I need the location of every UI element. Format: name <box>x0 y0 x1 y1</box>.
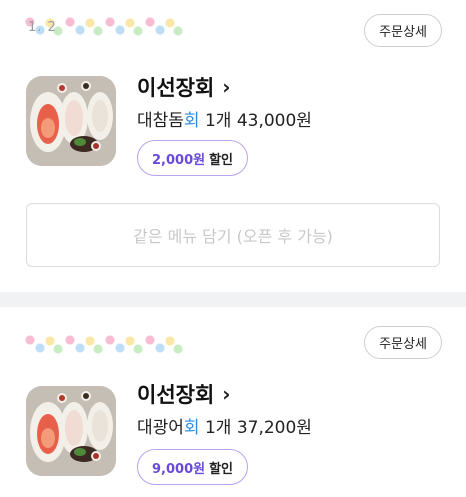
menu-qty-price: 1개 43,000원 <box>199 111 312 131</box>
discount-label: 할인 <box>209 461 234 477</box>
store-name: 이선장회 <box>137 383 215 407</box>
menu-highlight: 회 <box>183 418 200 438</box>
menu-qty-price: 1개 37,200원 <box>199 418 312 438</box>
menu-highlight: 회 <box>183 111 200 131</box>
store-name: 이선장회 <box>137 76 215 100</box>
order-detail-button[interactable]: 주문상세 <box>364 326 442 359</box>
store-link[interactable]: 이선장회 › <box>137 379 231 409</box>
store-thumbnail[interactable] <box>26 386 116 476</box>
order-date: 1. 2 <box>28 20 57 35</box>
chevron-right-icon: › <box>222 75 231 99</box>
redacted-order-date <box>24 334 184 356</box>
sashimi-platter-image <box>26 76 116 166</box>
order-card: 1. 2 주문상세 이선장회 › 대참돔회 1개 43,000원 2,000원 … <box>0 0 466 292</box>
chevron-right-icon: › <box>222 382 231 406</box>
discount-amount: 9,000원 <box>152 461 206 477</box>
order-detail-button[interactable]: 주문상세 <box>364 14 442 47</box>
discount-badge: 9,000원 할인 <box>137 449 249 485</box>
discount-amount: 2,000원 <box>152 152 206 168</box>
order-card: 주문상세 이선장회 › 대광어회 1개 37,200원 9,000원 할인 <box>0 307 466 497</box>
order-menu-summary: 대참돔회 1개 43,000원 <box>137 106 312 131</box>
discount-label: 할인 <box>209 152 234 168</box>
section-divider <box>0 292 466 307</box>
reorder-same-menu-button[interactable]: 같은 메뉴 담기 (오픈 후 가능) <box>26 203 440 267</box>
menu-name: 대참돔 <box>137 111 184 131</box>
sashimi-platter-image <box>26 386 116 476</box>
store-thumbnail[interactable] <box>26 76 116 166</box>
discount-badge: 2,000원 할인 <box>137 140 249 176</box>
order-menu-summary: 대광어회 1개 37,200원 <box>137 413 312 438</box>
store-link[interactable]: 이선장회 › <box>137 72 231 102</box>
menu-name: 대광어 <box>137 418 184 438</box>
